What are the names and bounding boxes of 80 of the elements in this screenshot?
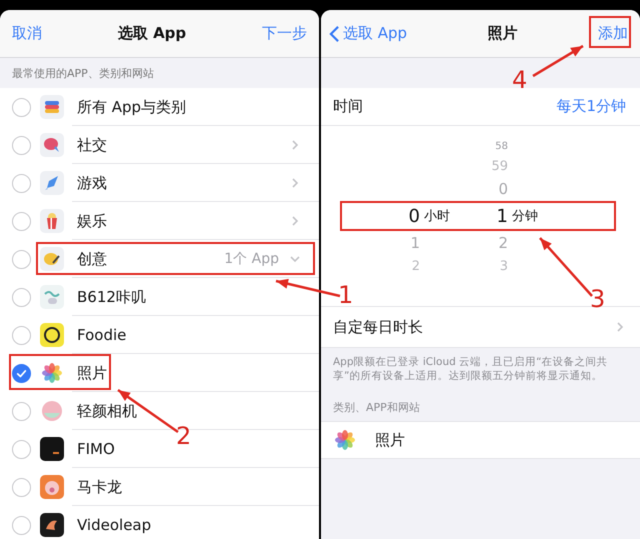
selection-circle[interactable] [12, 212, 31, 230]
time-row[interactable]: 时间 每天1分钟 [321, 88, 640, 126]
selection-circle[interactable] [12, 478, 31, 496]
selection-circle[interactable] [12, 174, 31, 192]
picker-unit: 小时 [424, 209, 450, 224]
annotation-number: 1 [338, 283, 354, 307]
list-row[interactable]: 照片 [0, 354, 319, 392]
section-header: 最常使用的APP、类别和网站 [12, 66, 154, 80]
app-icon [40, 437, 64, 461]
time-label: 时间 [333, 97, 363, 116]
picker-value: 3 [500, 258, 508, 274]
back-button[interactable]: 选取 App [329, 24, 408, 43]
app-icon [40, 513, 64, 537]
selection-circle[interactable] [12, 402, 31, 420]
row-label: 社交 [77, 136, 108, 154]
back-chevron-icon [329, 24, 340, 42]
annotation-arrow [539, 237, 593, 297]
app-icon [40, 323, 64, 347]
row-label: 自定每日时长 [333, 318, 423, 336]
next-button[interactable]: 下一步 [262, 24, 307, 43]
palette-icon [40, 247, 64, 271]
app-icon [40, 475, 64, 499]
rocket-icon [40, 171, 64, 195]
row-label: 照片 [375, 430, 405, 450]
picker-value: 0 [498, 180, 508, 198]
row-label: Videoleap [77, 516, 152, 534]
selection-circle[interactable] [12, 516, 31, 534]
picker-value: 1 [410, 234, 420, 252]
list-row[interactable]: 马卡龙 [0, 468, 319, 506]
custom-duration-row[interactable]: 自定每日时长 [321, 307, 640, 348]
selection-circle[interactable] [12, 440, 31, 458]
nav-title: 照片 [488, 24, 518, 43]
annotation-arrow [532, 44, 584, 78]
highlight-box [589, 16, 631, 48]
picker-value: 1 [496, 206, 508, 226]
list-row[interactable]: 所有 App与类别 [0, 88, 319, 126]
picker-value: 59 [491, 158, 508, 174]
annotation-arrow [276, 278, 340, 298]
flower-icon [40, 361, 64, 385]
list-row[interactable]: 娱乐 [0, 202, 319, 240]
selection-circle[interactable] [12, 250, 31, 268]
time-value: 每天1分钟 [556, 97, 626, 116]
annotation-number: 2 [176, 424, 192, 448]
popcorn-icon [40, 209, 64, 233]
list-row[interactable]: B612咔叽 [0, 278, 319, 316]
stack-icon [40, 95, 64, 119]
nav-title: 选取 App [118, 24, 186, 43]
row-label: 创意 [77, 250, 108, 268]
row-label: 所有 App与类别 [77, 98, 188, 116]
picker-value: 58 [495, 141, 508, 152]
app-icon [40, 399, 64, 423]
add-button[interactable]: 添加 [598, 24, 628, 43]
row-label: 照片 [77, 364, 108, 382]
row-label: 游戏 [77, 174, 108, 192]
picker-value: 2 [498, 234, 508, 252]
row-label: 娱乐 [77, 212, 108, 230]
picker-unit: 分钟 [512, 209, 538, 224]
selection-circle[interactable] [12, 326, 31, 344]
row-label: 轻颜相机 [77, 402, 138, 420]
row-label: B612咔叽 [77, 288, 147, 306]
selection-circle[interactable] [12, 364, 31, 382]
list-row[interactable]: Foodie [0, 316, 319, 354]
selection-circle[interactable] [12, 136, 31, 154]
app-icon [40, 285, 64, 309]
speech-bubble-icon [40, 133, 64, 157]
footnote-text: App限额在已登录 iCloud 云端，且已启用“在设备之间共享”的所有设备上适用。达到限额五分钟前将显示通知。 [332, 355, 609, 384]
row-label: Foodie [77, 326, 128, 344]
list-row[interactable]: 社交 [0, 126, 319, 164]
picker-value: 0 [408, 206, 420, 226]
list-row[interactable]: 创意 1个 App [0, 240, 319, 278]
selection-circle[interactable] [12, 288, 31, 306]
flower-icon [333, 428, 357, 452]
selection-circle[interactable] [12, 98, 31, 116]
section-header: 类别、APP和网站 [333, 400, 420, 416]
row-label: FIMO [77, 440, 116, 458]
list-row[interactable]: 游戏 [0, 164, 319, 202]
row-label: 马卡龙 [77, 478, 123, 496]
cancel-button[interactable]: 取消 [12, 24, 42, 43]
row-detail: 1个 App [224, 250, 279, 268]
picker-value: 2 [412, 258, 420, 274]
